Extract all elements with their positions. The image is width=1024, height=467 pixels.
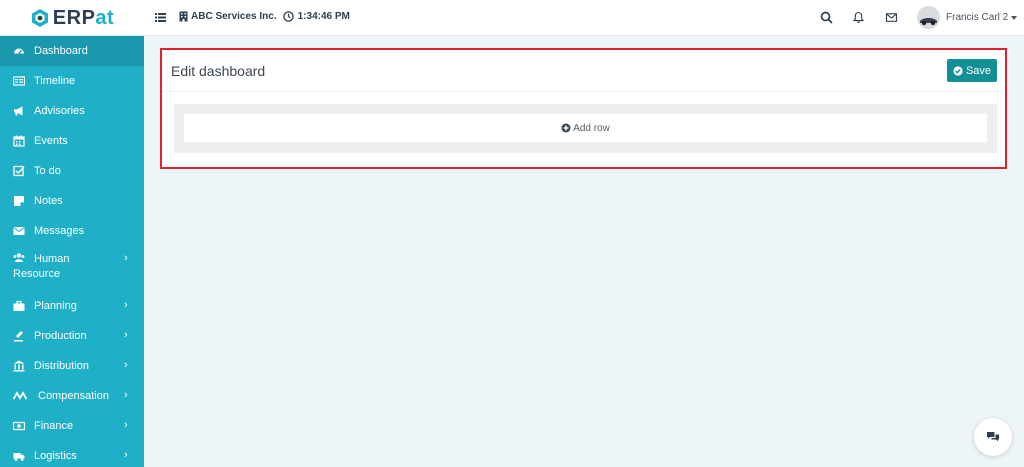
user-name: Francis Carl 2 (946, 12, 1009, 23)
sticky-note-icon (14, 196, 24, 206)
money-bill-icon (13, 421, 25, 431)
flask-icon (14, 331, 23, 342)
chevron-right-icon: › (124, 299, 128, 311)
chevron-right-icon: › (124, 252, 128, 264)
page-title: Edit dashboard (171, 63, 266, 79)
chevron-right-icon: › (124, 389, 128, 401)
sidebar-item-advisories[interactable]: Advisories (0, 96, 144, 126)
envelope-icon (13, 227, 25, 235)
sidebar-item-distribution[interactable]: Distribution › (0, 351, 144, 381)
current-time: 1:34:46 PM (297, 11, 350, 22)
sidebar-item-events[interactable]: Events (0, 126, 144, 156)
bell-icon[interactable] (852, 11, 865, 24)
sidebar-item-todo[interactable]: To do (0, 156, 144, 186)
sidebar-item-human-resource[interactable]: Human Resource › (0, 246, 144, 286)
sidebar-item-notes[interactable]: Notes (0, 186, 144, 216)
chevron-right-icon: › (124, 359, 128, 371)
chat-bubbles-icon (987, 432, 999, 442)
save-button-label: Save (965, 64, 992, 77)
add-row-label: Add row (573, 122, 610, 134)
sidebar-item-dashboard[interactable]: Dashboard (0, 36, 144, 66)
top-bar: ERPat ABC Services Inc. 1:34:46 PM Franc… (0, 0, 1024, 36)
envelope-icon[interactable] (885, 11, 898, 24)
sidebar-item-compensation[interactable]: Compensation › (0, 381, 144, 411)
save-button[interactable]: Save (947, 59, 997, 82)
checkbox-icon (13, 165, 25, 177)
company-info: ABC Services Inc. 1:34:46 PM (179, 11, 350, 22)
dashboard-icon (14, 48, 24, 54)
logo-mark-icon (31, 9, 48, 27)
sidebar-item-messages[interactable]: Messages (0, 216, 144, 246)
edit-dashboard-panel: Edit dashboard Save Add row (160, 48, 1007, 169)
plus-circle-icon (561, 123, 571, 133)
main-content: Edit dashboard Save Add row (144, 36, 1024, 467)
calendar-icon (13, 135, 25, 147)
chevron-right-icon: › (124, 449, 128, 461)
sidebar-item-timeline[interactable]: Timeline (0, 66, 144, 96)
megaphone-icon (14, 106, 23, 116)
avatar-image (917, 6, 940, 29)
menu-toggle-icon[interactable] (155, 12, 166, 23)
bank-icon (13, 360, 25, 372)
sidebar: Dashboard Timeline Advisories Events To … (0, 36, 144, 467)
sidebar-item-production[interactable]: Production › (0, 321, 144, 351)
timeline-icon (13, 76, 25, 86)
clock-icon (282, 11, 294, 22)
app-logo[interactable]: ERPat (0, 0, 144, 36)
sidebar-item-logistics[interactable]: Logistics › (0, 441, 144, 467)
chevron-down-icon (1011, 15, 1018, 20)
chevron-right-icon: › (124, 419, 128, 431)
add-row-button[interactable]: Add row (184, 114, 987, 142)
avatar (917, 6, 940, 29)
sidebar-item-planning[interactable]: Planning › (0, 291, 144, 321)
company-name: ABC Services Inc. (191, 11, 277, 22)
building-icon (179, 11, 188, 22)
panel-header: Edit dashboard Save (162, 50, 1005, 92)
user-menu[interactable]: Francis Carl 2 (917, 6, 1018, 29)
logo-text: ERPat (52, 6, 115, 29)
chat-button[interactable] (974, 418, 1012, 456)
briefcase-icon (13, 300, 25, 311)
sidebar-item-finance[interactable]: Finance › (0, 411, 144, 441)
money-icon (13, 391, 27, 400)
search-icon[interactable] (820, 11, 833, 24)
dashboard-row-container: Add row (174, 104, 997, 153)
chevron-right-icon: › (124, 329, 128, 341)
check-circle-icon (953, 65, 963, 76)
truck-icon (13, 453, 25, 461)
